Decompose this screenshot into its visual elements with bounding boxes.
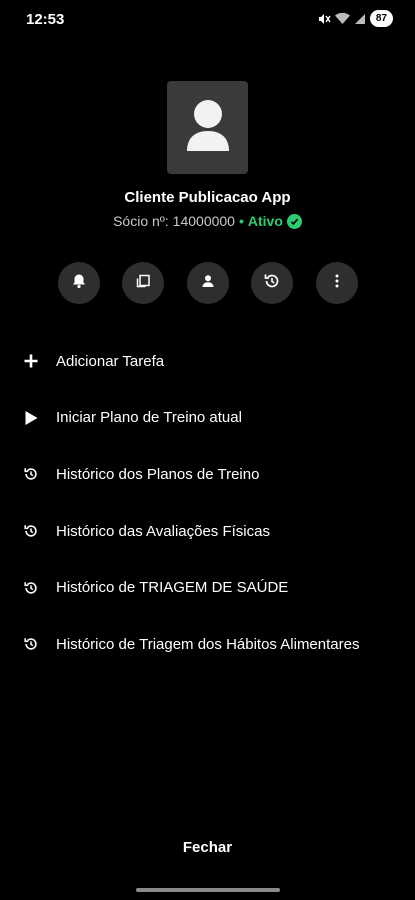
- action-button-row: [0, 262, 415, 304]
- wifi-icon: [334, 12, 350, 25]
- menu-item-eating-habits-history[interactable]: Histórico de Triagem dos Hábitos Aliment…: [0, 616, 415, 673]
- action-menu: Adicionar Tarefa Iniciar Plano de Treino…: [0, 333, 415, 673]
- close-button[interactable]: Fechar: [0, 839, 415, 856]
- signal-icon: [354, 13, 366, 25]
- client-membership: Sócio nº: 14000000 • Ativo: [0, 213, 415, 229]
- client-name: Cliente Publicacao App: [124, 189, 291, 206]
- status-badge: Ativo: [247, 213, 283, 229]
- menu-item-label: Histórico de Triagem dos Hábitos Aliment…: [56, 635, 360, 653]
- status-time: 12:53: [26, 11, 65, 28]
- gesture-nav-handle[interactable]: [136, 888, 280, 892]
- menu-item-training-plan-history[interactable]: Histórico dos Planos de Treino: [0, 446, 415, 503]
- more-vertical-icon: [335, 274, 339, 293]
- battery-icon: 87: [369, 10, 393, 27]
- avatar[interactable]: [167, 81, 248, 174]
- history-icon: [22, 522, 40, 540]
- menu-item-add-task[interactable]: Adicionar Tarefa: [0, 333, 415, 390]
- menu-item-label: Histórico dos Planos de Treino: [56, 465, 260, 483]
- history-icon: [263, 272, 281, 295]
- menu-item-physical-assessment-history[interactable]: Histórico das Avaliações Físicas: [0, 503, 415, 560]
- person-placeholder-icon: [185, 97, 231, 158]
- profile-button[interactable]: [187, 262, 229, 304]
- menu-item-label: Histórico de TRIAGEM DE SAÚDE: [56, 579, 289, 597]
- menu-item-label: Adicionar Tarefa: [56, 352, 165, 370]
- member-number: Sócio nº: 14000000: [113, 213, 235, 229]
- menu-item-start-training-plan[interactable]: Iniciar Plano de Treino atual: [0, 390, 415, 447]
- notifications-button[interactable]: [58, 262, 100, 304]
- copy-document-icon: [135, 273, 151, 294]
- documents-button[interactable]: [122, 262, 164, 304]
- play-icon: [22, 409, 40, 427]
- plus-icon: [22, 352, 40, 370]
- history-icon: [22, 579, 40, 597]
- bell-icon: [71, 273, 87, 294]
- mute-icon: [317, 12, 331, 26]
- person-icon: [201, 274, 215, 293]
- menu-item-health-screening-history[interactable]: Histórico de TRIAGEM DE SAÚDE: [0, 559, 415, 616]
- history-icon: [22, 465, 40, 483]
- status-bar: 12:53 87: [0, 0, 415, 42]
- menu-item-label: Iniciar Plano de Treino atual: [56, 409, 242, 427]
- history-icon: [22, 635, 40, 653]
- separator-dot: •: [238, 213, 244, 229]
- menu-item-label: Histórico das Avaliações Físicas: [56, 522, 270, 540]
- battery-level: 87: [375, 13, 387, 24]
- check-circle-icon: [286, 213, 302, 229]
- more-options-button[interactable]: [316, 262, 358, 304]
- history-button[interactable]: [251, 262, 293, 304]
- status-icons: 87: [317, 10, 393, 27]
